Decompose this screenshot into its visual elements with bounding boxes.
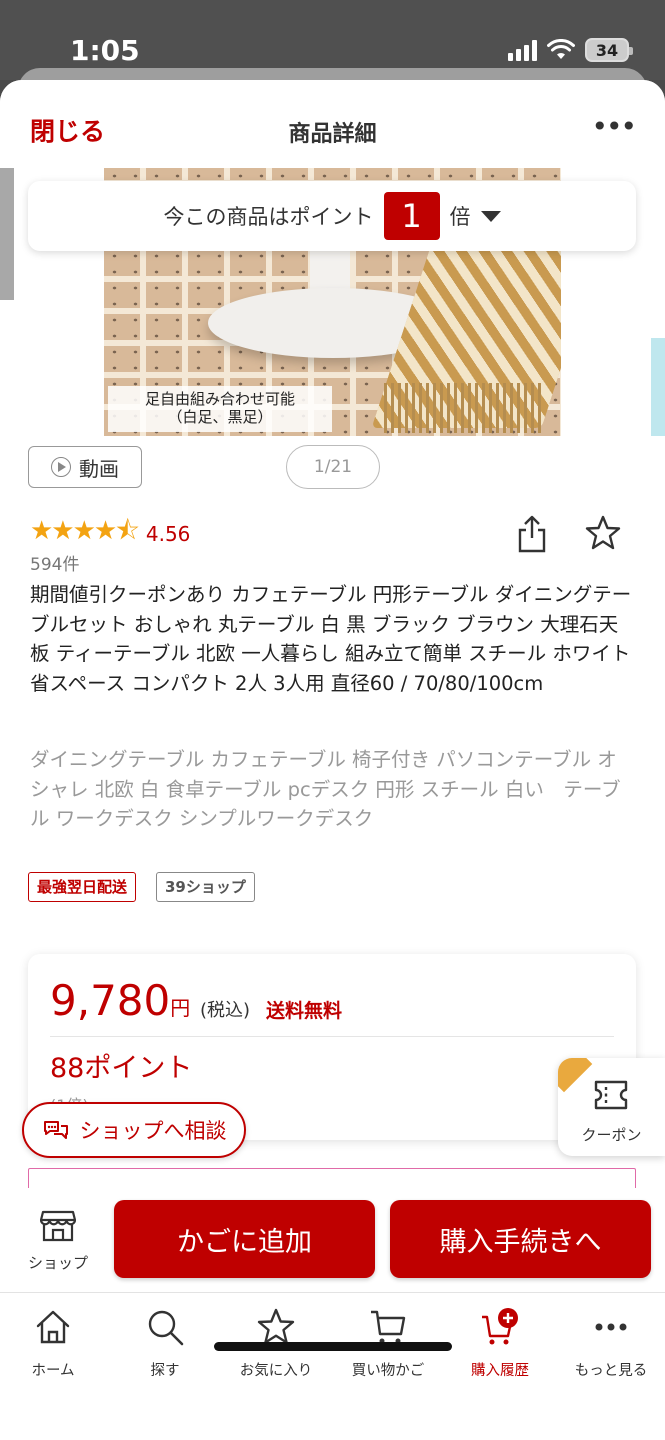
status-time: 1:05 [70, 34, 140, 67]
chat-icon [43, 1121, 68, 1139]
shop-button[interactable]: ショップ [20, 1206, 96, 1282]
caption-line-2: （白足、黒足） [167, 408, 273, 426]
home-indicator [214, 1342, 452, 1351]
purchase-history-icon [482, 1308, 518, 1345]
free-shipping-label: 送料無料 [266, 1000, 343, 1022]
tab-search-label: 探す [150, 1363, 180, 1379]
tab-search[interactable]: 探す [110, 1307, 220, 1380]
more-icon [595, 1323, 627, 1331]
cellular-signal-icon [508, 39, 537, 61]
coupon-label: クーポン [581, 1126, 642, 1144]
next-image-peek [651, 338, 665, 436]
tab-purchase-history[interactable]: 購入履歴 [445, 1307, 555, 1380]
points-earned: 88ポイント [50, 1053, 193, 1084]
status-icons: 34 [508, 38, 633, 62]
points-multiplier: 1 [383, 192, 440, 240]
tax-label: (税込) [200, 1000, 251, 1021]
tab-more[interactable]: もっと見る [556, 1307, 665, 1380]
shop-39-badge: 39ショップ [156, 872, 255, 902]
chevron-down-icon [480, 210, 501, 222]
battery-icon: 34 [585, 38, 633, 62]
shop-label: ショップ [27, 1254, 88, 1272]
wifi-icon [547, 39, 575, 59]
page-title: 商品詳細 [288, 122, 377, 147]
product-title: 期間値引クーポンあり カフェテーブル 円形テーブル ダイニングテーブルセット お… [30, 583, 632, 695]
tab-more-label: もっと見る [574, 1363, 648, 1379]
tab-home-label: ホーム [31, 1363, 75, 1379]
share-icon[interactable] [516, 514, 548, 554]
price: 9,780円 [50, 976, 190, 1025]
prev-image-peek [0, 168, 14, 300]
bottom-tab-bar: ホーム 探す お気に入り 買い物かご 購入履歴 もっと見る [0, 1292, 665, 1440]
product-description: ダイニングテーブル カフェテーブル 椅子付き パソコンテーブル オシャレ 北欧 … [30, 748, 621, 830]
next-day-delivery-badge: 最強翌日配送 [28, 872, 137, 902]
header: 閉じる 商品詳細 ••• [0, 80, 665, 168]
play-icon [51, 457, 71, 477]
tab-favorites-label: お気に入り [239, 1363, 313, 1379]
tab-home[interactable]: ホーム [0, 1307, 108, 1380]
points-multiplier-banner[interactable]: 今この商品はポイント 1 倍 [28, 181, 636, 251]
price-currency: 円 [170, 996, 191, 1020]
consult-shop-button[interactable]: ショップへ相談 [22, 1102, 246, 1158]
tab-cart-label: 買い物かご [351, 1363, 425, 1379]
coupon-ticket-icon [594, 1080, 628, 1110]
image-page-indicator: 1/21 [286, 445, 380, 489]
review-count[interactable]: 594件 [30, 550, 79, 575]
add-to-cart-button[interactable]: かごに追加 [114, 1200, 375, 1278]
purchase-action-bar: ショップ かごに追加 購入手続きへ [0, 1188, 665, 1292]
image-caption: 足自由組み合わせ可能 （白足、黒足） [108, 386, 332, 432]
checkout-button[interactable]: 購入手続きへ [390, 1200, 651, 1278]
video-label: 動画 [79, 456, 119, 481]
rating-value: 4.56 [145, 522, 191, 546]
product-detail-sheet: 閉じる 商品詳細 ••• 足自由組み合わせ可能 （白足、黒足） 今この商品はポイ… [0, 80, 665, 1440]
battery-level: 34 [595, 40, 619, 60]
tab-purchase-history-label: 購入履歴 [471, 1363, 529, 1379]
video-button[interactable]: 動画 [28, 446, 142, 488]
star-icon [257, 1308, 295, 1344]
price-amount: 9,780 [50, 976, 171, 1025]
favorite-star-icon[interactable] [584, 514, 622, 552]
cart-icon [371, 1310, 406, 1344]
points-banner-text: 今この商品はポイント [163, 205, 374, 229]
caption-line-1: 足自由組み合わせ可能 [144, 390, 295, 408]
points-unit: 倍 [449, 205, 471, 229]
search-icon [148, 1310, 184, 1346]
more-options-button[interactable]: ••• [591, 110, 637, 143]
consult-label: ショップへ相談 [79, 1119, 227, 1143]
home-icon [36, 1310, 70, 1344]
coupon-button[interactable]: クーポン [558, 1058, 665, 1156]
shop-icon [40, 1210, 76, 1242]
